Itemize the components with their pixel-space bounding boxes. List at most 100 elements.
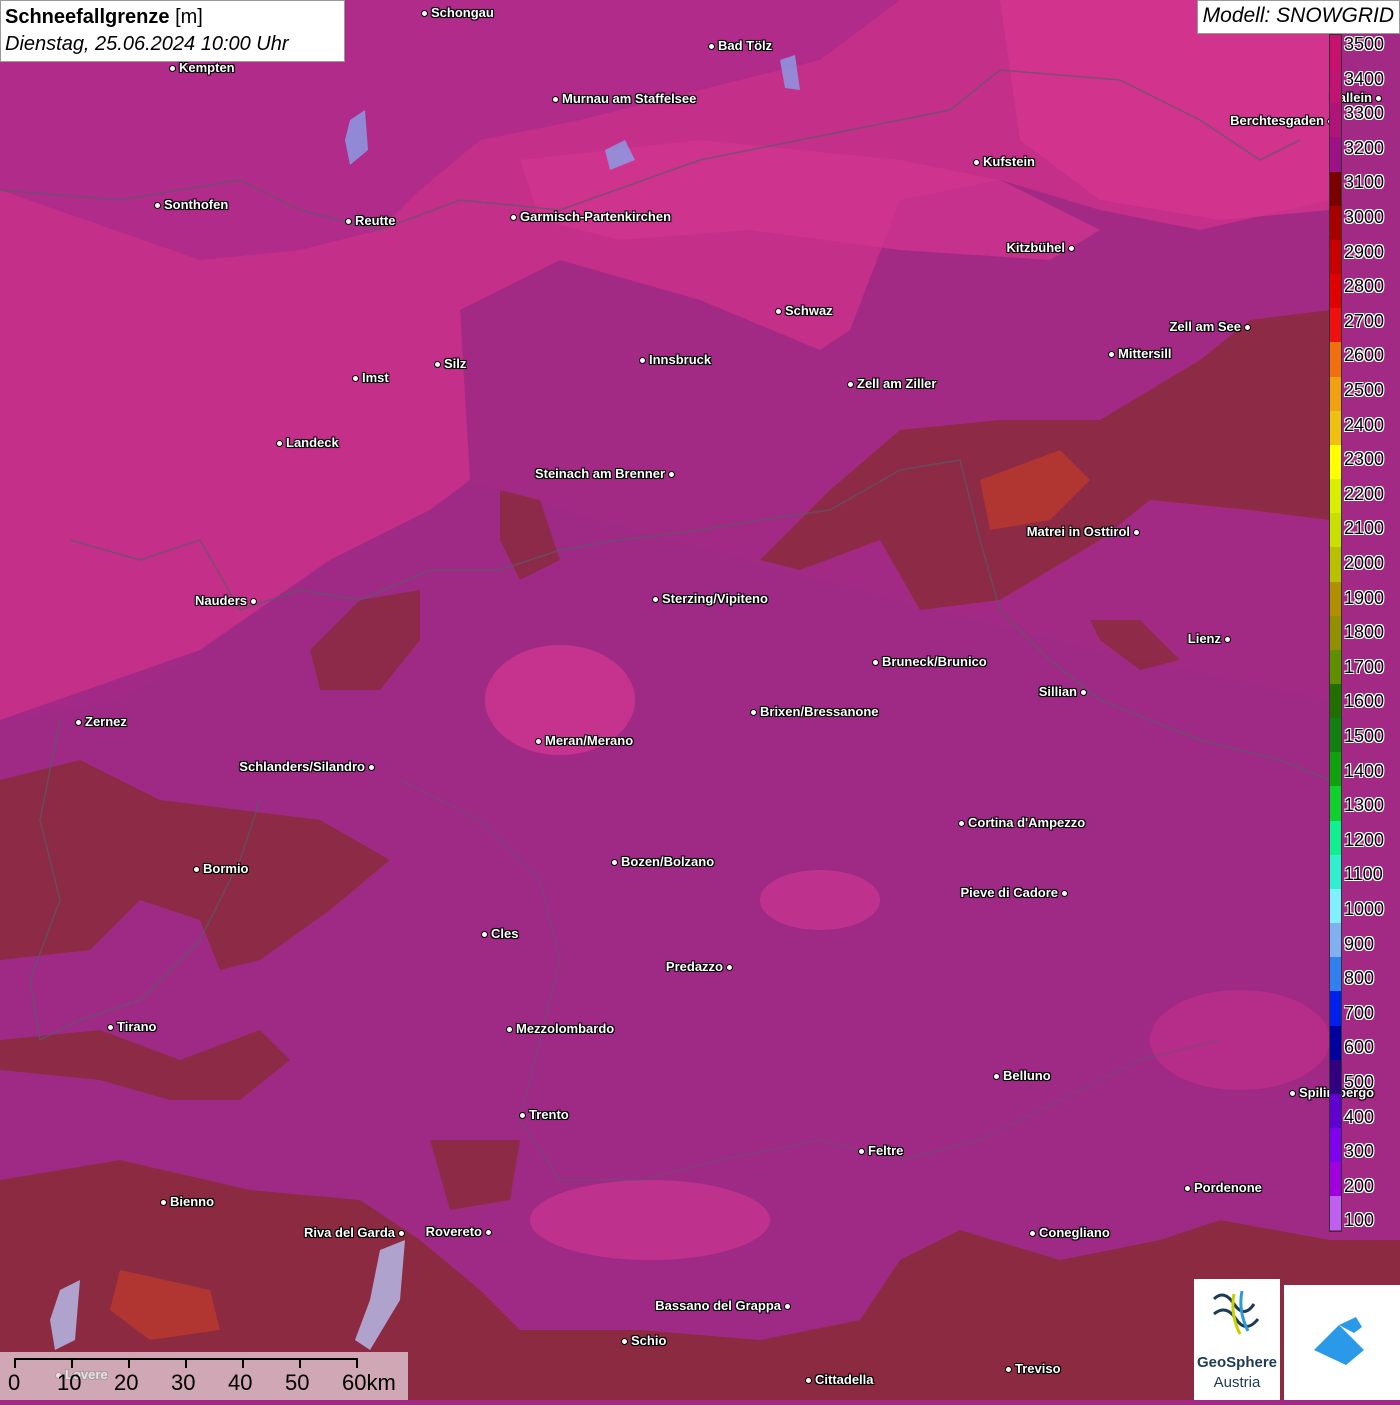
city-label[interactable]: Reutte <box>355 213 395 228</box>
city-label[interactable]: Pieve di Cadore <box>960 885 1058 900</box>
snowgrid-logo[interactable] <box>1284 1285 1400 1400</box>
city-label[interactable]: Meran/Merano <box>545 733 633 748</box>
city-marker[interactable] <box>857 1147 865 1155</box>
city-marker[interactable] <box>1243 323 1251 331</box>
city-label[interactable]: Matrei in Osttirol <box>1027 524 1130 539</box>
city-label[interactable]: Garmisch-Partenkirchen <box>520 209 671 224</box>
city-label[interactable]: Bruneck/Brunico <box>882 654 987 669</box>
city-label[interactable]: Landeck <box>286 435 339 450</box>
city-marker[interactable] <box>1107 350 1115 358</box>
city-label[interactable]: Mittersill <box>1118 346 1171 361</box>
city-label[interactable]: Steinach am Brenner <box>535 466 665 481</box>
city-marker[interactable] <box>620 1337 628 1345</box>
city-marker[interactable] <box>667 470 675 478</box>
city-marker[interactable] <box>749 708 757 716</box>
city-label[interactable]: Murnau am Staffelsee <box>562 91 696 106</box>
city-marker[interactable] <box>551 95 559 103</box>
city-marker[interactable] <box>249 597 257 605</box>
city-label[interactable]: Silz <box>444 356 466 371</box>
city-marker[interactable] <box>344 217 352 225</box>
city-marker[interactable] <box>367 763 375 771</box>
city-label[interactable]: Riva del Garda <box>304 1225 395 1240</box>
city-marker[interactable] <box>957 819 965 827</box>
city-label[interactable]: Berchtesgaden <box>1230 113 1324 128</box>
city-label[interactable]: Kitzbühel <box>1007 240 1066 255</box>
city-label[interactable]: Lienz <box>1188 631 1221 646</box>
city-marker[interactable] <box>1223 635 1231 643</box>
city-marker[interactable] <box>972 158 980 166</box>
city-marker[interactable] <box>651 595 659 603</box>
city-marker[interactable] <box>534 737 542 745</box>
city-label[interactable]: Schongau <box>431 5 494 20</box>
city-label[interactable]: Rovereto <box>426 1224 482 1239</box>
city-label[interactable]: Brixen/Bressanone <box>760 704 879 719</box>
city-label[interactable]: Innsbruck <box>649 352 711 367</box>
city-marker[interactable] <box>774 307 782 315</box>
city-marker[interactable] <box>1132 528 1140 536</box>
city-label[interactable]: Nauders <box>195 593 247 608</box>
city-label[interactable]: Feltre <box>868 1143 903 1158</box>
city-marker[interactable] <box>871 658 879 666</box>
city-marker[interactable] <box>783 1302 791 1310</box>
city-marker[interactable] <box>725 963 733 971</box>
city-marker[interactable] <box>1288 1089 1296 1097</box>
geosphere-logo[interactable]: GeoSphere Austria <box>1194 1279 1280 1400</box>
city-label[interactable]: Schlanders/Silandro <box>239 759 365 774</box>
city-label[interactable]: Zell am Ziller <box>857 376 936 391</box>
city-label[interactable]: Cortina d'Ampezzo <box>968 815 1085 830</box>
city-label[interactable]: Trento <box>529 1107 569 1122</box>
city-label[interactable]: Treviso <box>1015 1361 1061 1376</box>
city-marker[interactable] <box>484 1228 492 1236</box>
city-label[interactable]: Schwaz <box>785 303 833 318</box>
city-marker[interactable] <box>610 858 618 866</box>
city-marker[interactable] <box>1067 244 1075 252</box>
city-label[interactable]: Predazzo <box>666 959 723 974</box>
city-label[interactable]: Sterzing/Vipiteno <box>662 591 768 606</box>
city-marker[interactable] <box>1004 1365 1012 1373</box>
city-label[interactable]: Zernez <box>85 714 127 729</box>
city-marker[interactable] <box>804 1376 812 1384</box>
city-marker[interactable] <box>159 1198 167 1206</box>
city-marker[interactable] <box>1374 94 1382 102</box>
city-label[interactable]: Mezzolombardo <box>516 1021 614 1036</box>
city-label[interactable]: Zell am See <box>1169 319 1241 334</box>
city-label[interactable]: Schio <box>631 1333 666 1348</box>
city-marker[interactable] <box>992 1072 1000 1080</box>
city-marker[interactable] <box>74 718 82 726</box>
city-marker[interactable] <box>518 1111 526 1119</box>
city-label[interactable]: Pordenone <box>1194 1180 1262 1195</box>
city-marker[interactable] <box>509 213 517 221</box>
city-marker[interactable] <box>480 930 488 938</box>
city-label[interactable]: Kempten <box>179 60 235 75</box>
city-label[interactable]: Tirano <box>117 1019 157 1034</box>
city-marker[interactable] <box>638 356 646 364</box>
city-label[interactable]: Imst <box>362 370 389 385</box>
city-label[interactable]: Bienno <box>170 1194 214 1209</box>
city-marker[interactable] <box>153 201 161 209</box>
city-label[interactable]: Cittadella <box>815 1372 874 1387</box>
city-marker[interactable] <box>1183 1184 1191 1192</box>
city-label[interactable]: Belluno <box>1003 1068 1051 1083</box>
city-marker[interactable] <box>1060 889 1068 897</box>
city-marker[interactable] <box>397 1229 405 1237</box>
city-marker[interactable] <box>351 374 359 382</box>
city-label[interactable]: Bad Tölz <box>718 38 772 53</box>
city-marker[interactable] <box>846 380 854 388</box>
city-marker[interactable] <box>707 42 715 50</box>
city-label[interactable]: Sonthofen <box>164 197 228 212</box>
city-marker[interactable] <box>420 9 428 17</box>
city-label[interactable]: Kufstein <box>983 154 1035 169</box>
city-label[interactable]: Bozen/Bolzano <box>621 854 714 869</box>
city-label[interactable]: Cles <box>491 926 518 941</box>
city-label[interactable]: Conegliano <box>1039 1225 1110 1240</box>
city-marker[interactable] <box>505 1025 513 1033</box>
city-label[interactable]: Bassano del Grappa <box>655 1298 781 1313</box>
city-label[interactable]: Sillian <box>1039 684 1077 699</box>
city-marker[interactable] <box>275 439 283 447</box>
city-marker[interactable] <box>433 360 441 368</box>
city-marker[interactable] <box>1028 1229 1036 1237</box>
city-marker[interactable] <box>192 865 200 873</box>
city-label[interactable]: Bormio <box>203 861 249 876</box>
city-marker[interactable] <box>168 64 176 72</box>
city-marker[interactable] <box>106 1023 114 1031</box>
